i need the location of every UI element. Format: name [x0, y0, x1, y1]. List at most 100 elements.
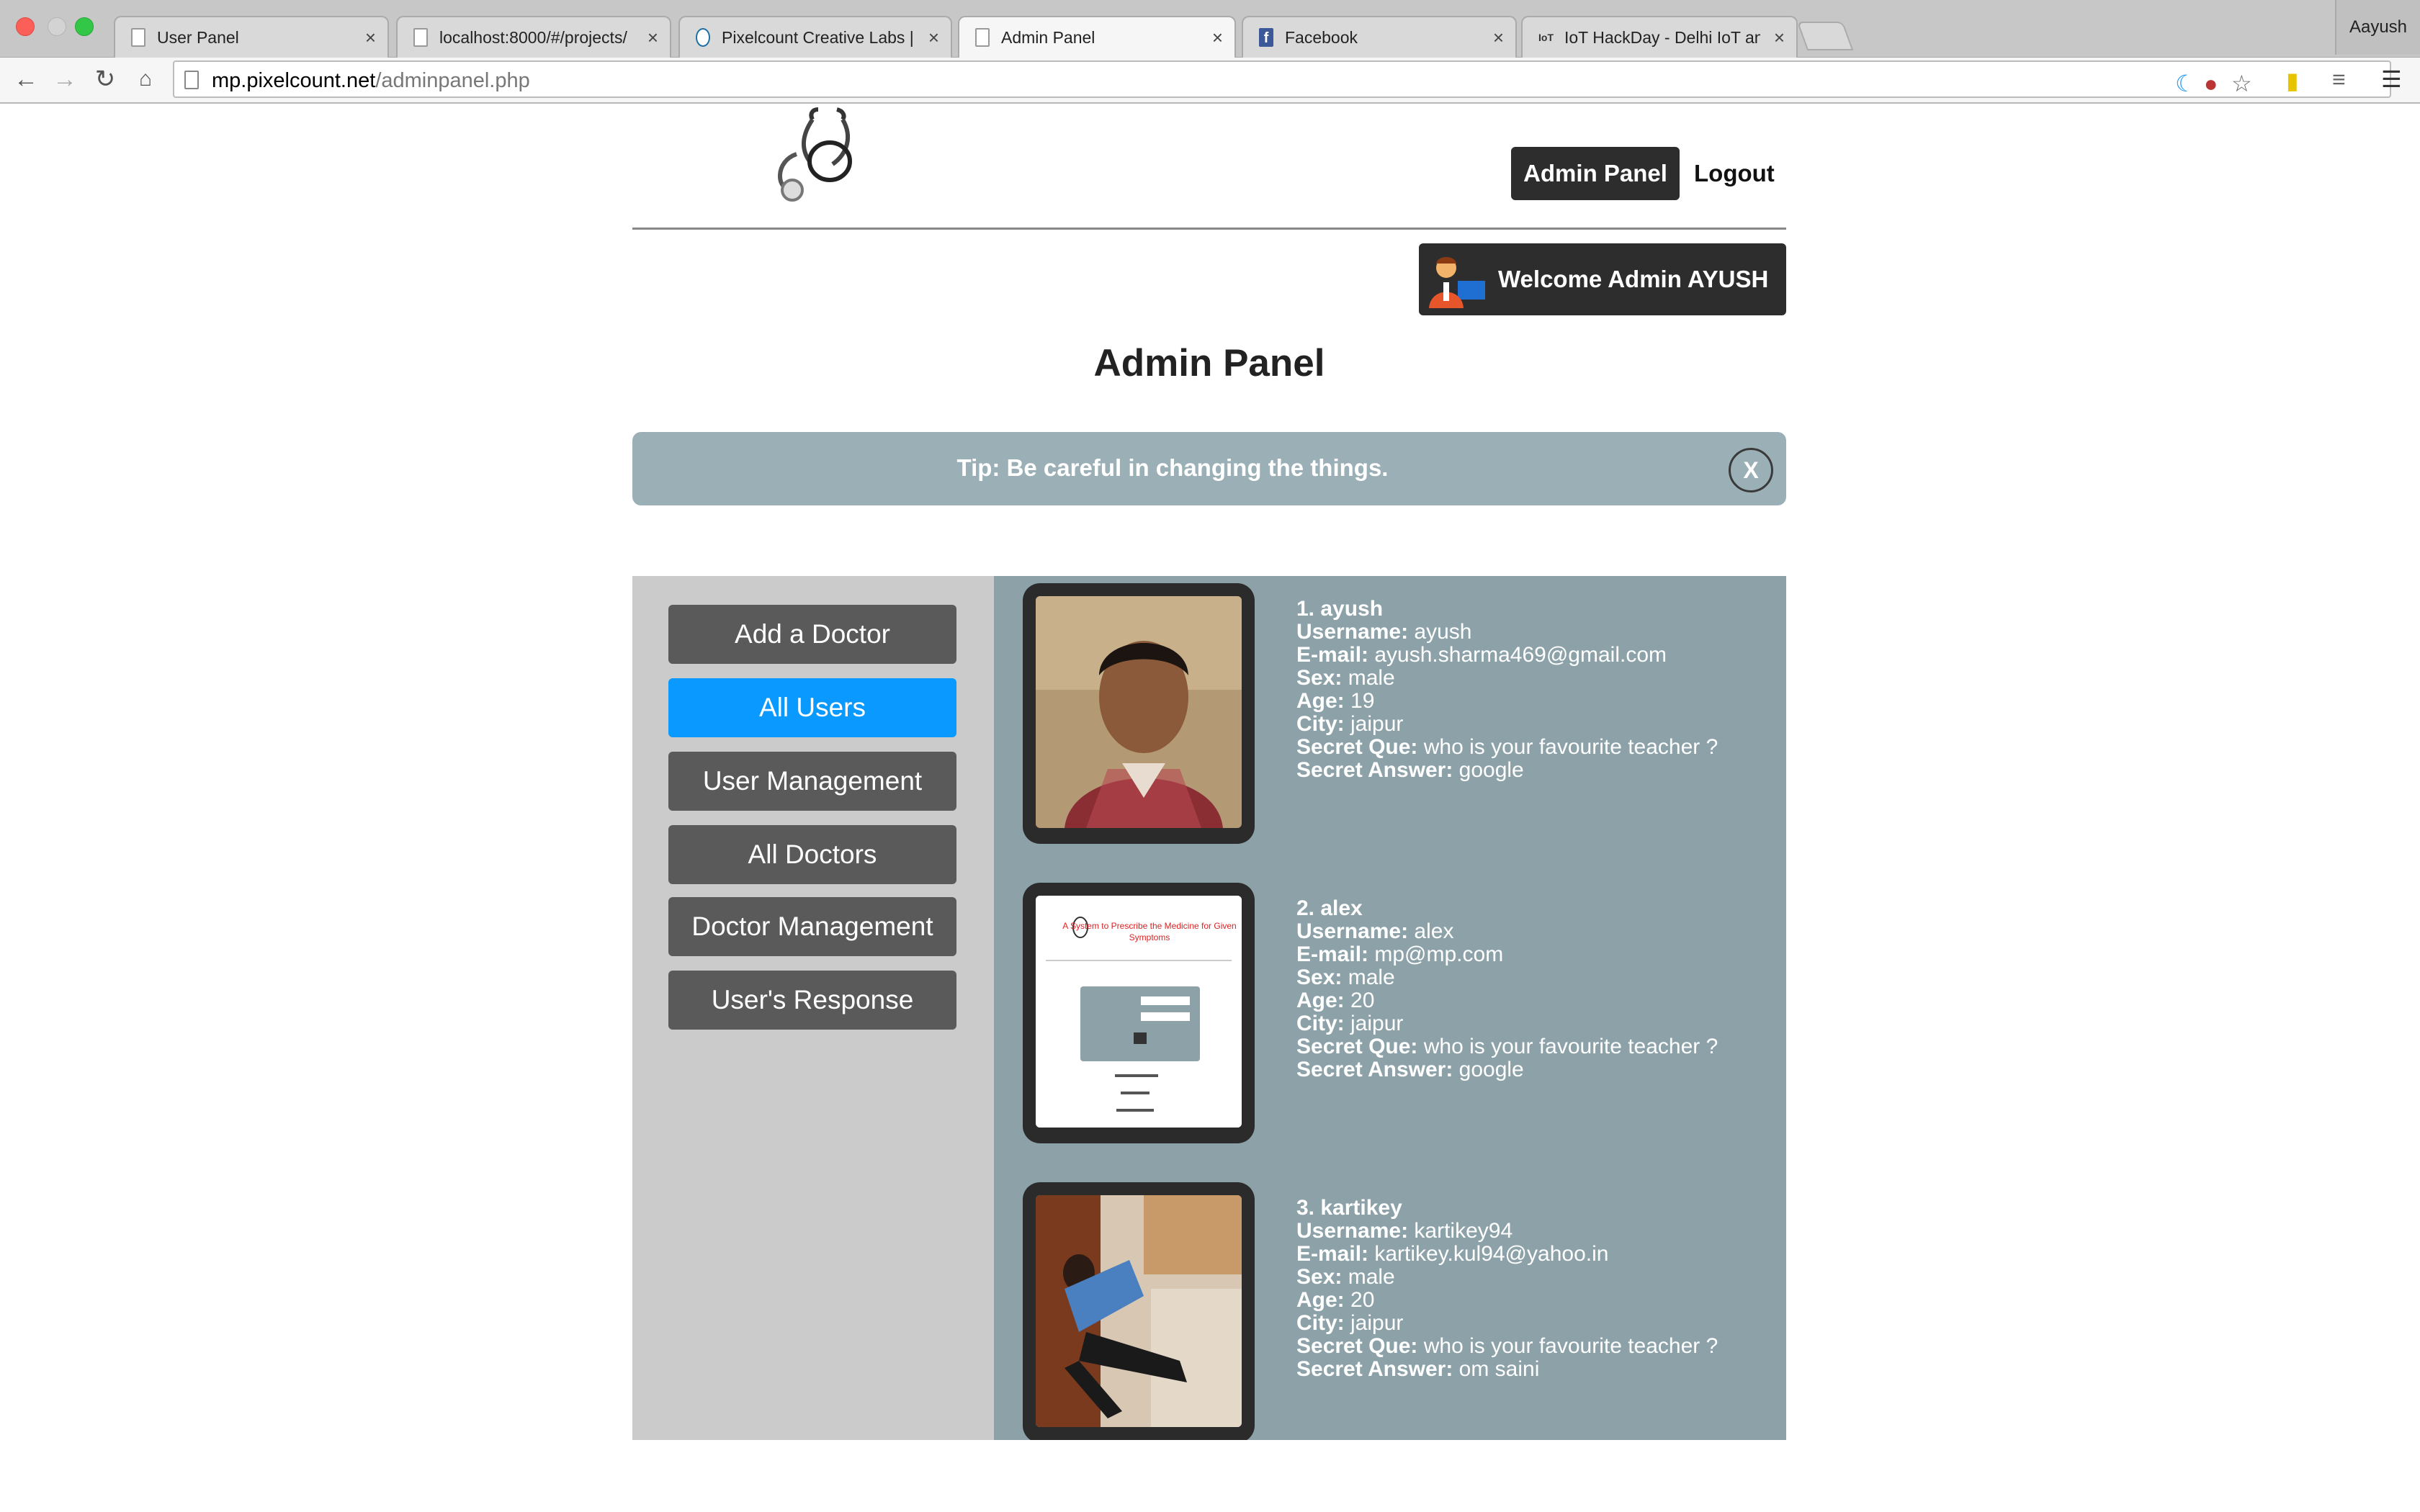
sidebar-item-users-response[interactable]: User's Response — [668, 971, 956, 1030]
admin-panel-nav-button[interactable]: Admin Panel — [1511, 147, 1680, 200]
age-label: Age: — [1296, 1288, 1345, 1312]
tab-title: Admin Panel — [1001, 28, 1095, 47]
welcome-text: Welcome Admin AYUSH — [1498, 266, 1769, 292]
email-value: kartikey.kul94@yahoo.in — [1374, 1242, 1609, 1266]
username-value: ayush — [1414, 620, 1472, 644]
thumb-title-line2: Symptoms — [1129, 932, 1170, 942]
page-icon — [131, 28, 145, 47]
tab-close-icon[interactable]: × — [1774, 17, 1785, 58]
city-label: City: — [1296, 1311, 1345, 1335]
username-label: Username: — [1296, 1219, 1409, 1243]
browser-tab[interactable]: localhost:8000/#/projects/ × — [396, 16, 671, 58]
age-value: 20 — [1350, 1288, 1375, 1312]
age-value: 20 — [1350, 989, 1375, 1012]
menu-icon[interactable]: ☰ — [2381, 66, 2402, 92]
key-extension-icon[interactable]: ▮ — [2286, 68, 2299, 94]
secret-question-value: who is your favourite teacher ? — [1423, 735, 1718, 759]
browser-tab[interactable]: Pixelcount Creative Labs | N × — [678, 16, 952, 58]
extension-icon[interactable]: ≡ — [2332, 66, 2346, 92]
user-photo[interactable]: A System to Prescribe the Medicine for G… — [1036, 896, 1242, 1128]
secret-answer-label: Secret Answer: — [1296, 1058, 1453, 1081]
page-info-icon — [184, 71, 199, 89]
browser-tab[interactable]: f Facebook × — [1242, 16, 1517, 58]
window-close-button[interactable] — [16, 17, 35, 36]
reload-icon[interactable]: ↻ — [91, 65, 120, 94]
user-photo[interactable] — [1036, 1195, 1242, 1427]
thumb-title-line1: A System to Prescribe the Medicine for G… — [1062, 921, 1236, 931]
browser-tab[interactable]: User Panel × — [114, 16, 389, 58]
age-label: Age: — [1296, 989, 1345, 1012]
secret-question-value: who is your favourite teacher ? — [1423, 1334, 1718, 1358]
facebook-icon: f — [1259, 28, 1273, 47]
sex-label: Sex: — [1296, 1265, 1343, 1289]
tab-close-icon[interactable]: × — [928, 17, 939, 58]
secret-question-value: who is your favourite teacher ? — [1423, 1035, 1718, 1058]
user-card: 3. kartikey Username: kartikey94 E-mail:… — [994, 1175, 1786, 1440]
tip-text: Tip: Be careful in changing the things. — [956, 454, 1389, 481]
secret-answer-label: Secret Answer: — [1296, 1357, 1453, 1381]
forward-arrow-icon[interactable]: → — [50, 65, 79, 94]
user-info: 1. ayush Username: ayush E-mail: ayush.s… — [1296, 598, 1718, 782]
traffic-light-extension-icon[interactable]: ● — [2204, 71, 2218, 96]
address-bar[interactable]: mp.pixelcount.net/adminpanel.php ☾ ● ☆ — [173, 60, 2391, 98]
tab-title: User Panel — [157, 28, 239, 47]
tab-title: Facebook — [1285, 28, 1358, 47]
age-value: 19 — [1350, 689, 1375, 713]
age-label: Age: — [1296, 689, 1345, 713]
sidebar-item-all-doctors[interactable]: All Doctors — [668, 825, 956, 884]
stethoscope-logo — [778, 107, 852, 202]
tab-close-icon[interactable]: × — [1212, 17, 1223, 58]
logout-link[interactable]: Logout — [1694, 147, 1775, 200]
user-info: 3. kartikey Username: kartikey94 E-mail:… — [1296, 1197, 1718, 1381]
page-icon — [413, 28, 428, 47]
browser-toolbar: ← → ↻ ⌂ mp.pixelcount.net/adminpanel.php… — [0, 58, 2420, 104]
tab-close-icon[interactable]: × — [1493, 17, 1504, 58]
tab-title: Pixelcount Creative Labs | N — [722, 28, 915, 47]
city-value: jaipur — [1350, 712, 1404, 736]
city-label: City: — [1296, 1012, 1345, 1035]
tab-close-icon[interactable]: × — [647, 17, 658, 58]
crescent-extension-icon[interactable]: ☾ — [2175, 71, 2196, 96]
sidebar-item-doctor-management[interactable]: Doctor Management — [668, 897, 956, 956]
browser-tab-active[interactable]: Admin Panel × — [958, 16, 1236, 59]
tab-title: IoT HackDay - Delhi IoT and — [1564, 28, 1760, 47]
header-divider — [632, 228, 1786, 230]
secret-answer-label: Secret Answer: — [1296, 758, 1453, 782]
email-label: E-mail: — [1296, 942, 1369, 966]
admin-sidebar: Add a Doctor All Users User Management A… — [632, 576, 994, 1440]
sidebar-item-user-management[interactable]: User Management — [668, 752, 956, 811]
page-title: Admin Panel — [1093, 342, 1325, 384]
browser-tab-strip: User Panel × localhost:8000/#/projects/ … — [0, 0, 2420, 59]
sidebar-item-add-doctor[interactable]: Add a Doctor — [668, 605, 956, 664]
tip-close-button[interactable]: X — [1729, 448, 1773, 492]
admin-avatar-icon — [1429, 257, 1485, 308]
pixelcount-icon — [696, 28, 710, 47]
sex-label: Sex: — [1296, 666, 1343, 690]
tip-banner: Tip: Be careful in changing the things. … — [632, 432, 1786, 505]
users-list: 1. ayush Username: ayush E-mail: ayush.s… — [994, 576, 1786, 1440]
secret-question-label: Secret Que: — [1296, 1035, 1418, 1058]
user-heading: 1. ayush — [1296, 597, 1384, 621]
new-tab-button[interactable] — [1796, 22, 1854, 50]
user-photo-frame — [1023, 583, 1255, 844]
tab-title: localhost:8000/#/projects/ — [439, 28, 627, 47]
sex-value: male — [1348, 1265, 1395, 1289]
back-arrow-icon[interactable]: ← — [12, 65, 40, 94]
user-info: 2. alex Username: alex E-mail: mp@mp.com… — [1296, 897, 1718, 1081]
window-minimize-button[interactable] — [48, 17, 66, 36]
url-text: mp.pixelcount.net/adminpanel.php — [212, 69, 530, 92]
browser-tab[interactable]: IoT IoT HackDay - Delhi IoT and × — [1521, 16, 1798, 58]
profile-button[interactable]: Aayush — [2335, 0, 2420, 55]
sex-label: Sex: — [1296, 966, 1343, 989]
sidebar-item-all-users[interactable]: All Users — [668, 678, 956, 737]
home-icon[interactable]: ⌂ — [131, 65, 160, 94]
city-value: jaipur — [1350, 1012, 1404, 1035]
secret-answer-value: google — [1458, 1058, 1524, 1081]
welcome-banner: Welcome Admin AYUSH — [1419, 243, 1786, 315]
secret-answer-value: google — [1458, 758, 1524, 782]
user-photo[interactable] — [1036, 596, 1242, 828]
bookmark-star-icon[interactable]: ☆ — [2231, 71, 2252, 96]
tab-close-icon[interactable]: × — [365, 17, 376, 58]
city-value: jaipur — [1350, 1311, 1404, 1335]
window-maximize-button[interactable] — [75, 17, 94, 36]
